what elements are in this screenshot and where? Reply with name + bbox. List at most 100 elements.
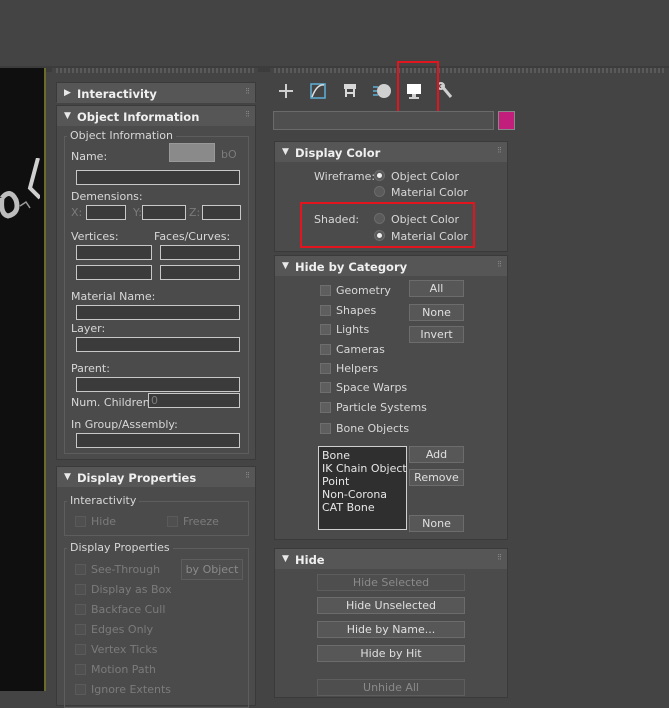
backface-cull-checkbox[interactable] — [75, 604, 86, 615]
num-children-value: 0 — [151, 394, 158, 407]
column-grip[interactable] — [274, 68, 665, 73]
rollout-header[interactable]: ▼ Hide by Category ⁝⁝ — [275, 256, 507, 276]
display-as-box-checkbox[interactable] — [75, 584, 86, 595]
material-name-field[interactable] — [76, 305, 240, 320]
list-item[interactable]: CAT Bone — [322, 501, 375, 514]
freeze-checkbox[interactable] — [167, 516, 178, 527]
viewport[interactable] — [0, 68, 46, 691]
hide-selected-button[interactable]: Hide Selected — [317, 574, 465, 591]
group-assembly-field[interactable] — [76, 433, 240, 448]
num-children-field[interactable]: 0 — [148, 393, 240, 408]
particle-systems-checkbox[interactable] — [320, 402, 331, 413]
remove-button[interactable]: Remove — [409, 469, 464, 486]
rollout-title: Display Properties — [77, 471, 197, 485]
wireframe-object-color-label: Object Color — [391, 170, 460, 183]
cameras-checkbox[interactable] — [320, 344, 331, 355]
hide-by-hit-button[interactable]: Hide by Hit — [317, 645, 465, 662]
group-label: Display Properties — [67, 541, 173, 554]
create-tab[interactable] — [273, 78, 299, 104]
object-color-swatch[interactable] — [169, 143, 215, 162]
bone-objects-checkbox[interactable] — [320, 423, 331, 434]
helpers-checkbox[interactable] — [320, 363, 331, 374]
wireframe-material-color-label: Material Color — [391, 186, 468, 199]
grip-dots-icon: ⁝⁝ — [497, 553, 502, 563]
object-color-swatch[interactable] — [498, 111, 515, 130]
grip-dots-icon: ⁝⁝ — [497, 260, 502, 270]
rollout-hide-by-category: ▼ Hide by Category ⁝⁝ Geometry Shapes Li… — [274, 255, 508, 540]
unhide-all-button[interactable]: Unhide All — [317, 679, 465, 696]
category-label: Helpers — [336, 362, 379, 375]
by-object-button[interactable]: by Object — [181, 559, 243, 580]
num-children-label: Num. Children: — [71, 396, 154, 409]
shapes-checkbox[interactable] — [320, 305, 331, 316]
grip-dots-icon: ⁝⁝ — [245, 87, 250, 97]
shaded-highlight — [300, 202, 475, 248]
rollout-title: Hide by Category — [295, 260, 408, 274]
category-label: Space Warps — [336, 381, 408, 394]
group-label: Interactivity — [67, 494, 140, 507]
dimensions-label: Demensions: — [71, 190, 143, 203]
hide-unselected-button[interactable]: Hide Unselected — [317, 597, 465, 614]
grip-dots-icon: ⁝⁝ — [245, 110, 250, 120]
vertices-field-2[interactable] — [76, 265, 152, 280]
category-listbox[interactable]: Bone IK Chain Object Point Non-Corona CA… — [318, 446, 407, 530]
vertices-field-1[interactable] — [76, 245, 152, 260]
list-item[interactable]: Point — [322, 475, 349, 488]
motion-path-checkbox[interactable] — [75, 664, 86, 675]
wireframe-object-color-radio[interactable] — [374, 170, 385, 181]
motion-tab[interactable] — [369, 78, 395, 104]
none-button[interactable]: None — [409, 304, 464, 321]
group-label: Object Information — [67, 129, 176, 142]
group-assembly-label: In Group/Assembly: — [71, 418, 178, 431]
dimension-z-field[interactable] — [202, 205, 241, 220]
ignore-extents-checkbox[interactable] — [75, 684, 86, 695]
list-item[interactable]: Non-Corona — [322, 488, 387, 501]
dimension-x-field[interactable] — [86, 205, 126, 220]
faces-field-2[interactable] — [160, 265, 240, 280]
parent-field[interactable] — [76, 377, 240, 392]
all-button[interactable]: All — [409, 280, 464, 297]
rollout-object-information: ▼ Object Information ⁝⁝ Object Informati… — [56, 105, 256, 460]
rollout-header[interactable]: ▶ Interactivity ⁝⁝ — [57, 83, 255, 103]
modify-tab[interactable] — [305, 78, 331, 104]
edges-only-checkbox[interactable] — [75, 624, 86, 635]
rollout-interactivity[interactable]: ▶ Interactivity ⁝⁝ — [56, 82, 256, 103]
rollout-title: Display Color — [295, 146, 381, 160]
invert-button[interactable]: Invert — [409, 326, 464, 343]
motion-icon — [373, 84, 391, 98]
category-label: Lights — [336, 323, 370, 336]
rollout-title: Hide — [295, 553, 325, 567]
category-label: Cameras — [336, 343, 385, 356]
object-name-field[interactable] — [273, 111, 494, 130]
left-rollout-column: ▶ Interactivity ⁝⁝ ▼ Object Information … — [52, 68, 258, 708]
vertex-ticks-checkbox[interactable] — [75, 644, 86, 655]
lights-checkbox[interactable] — [320, 324, 331, 335]
layer-field[interactable] — [76, 337, 240, 352]
hierarchy-tab[interactable] — [337, 78, 363, 104]
name-field[interactable] — [76, 170, 240, 185]
dimension-y-field[interactable] — [142, 205, 186, 220]
category-label: Geometry — [336, 284, 391, 297]
list-none-button[interactable]: None — [409, 515, 464, 532]
list-item[interactable]: Bone — [322, 449, 350, 462]
y-label: Y: — [133, 206, 142, 219]
wireframe-material-color-radio[interactable] — [374, 186, 385, 197]
faces-field-1[interactable] — [160, 245, 240, 260]
rollout-header[interactable]: ▼ Hide ⁝⁝ — [275, 549, 507, 569]
space-warps-checkbox[interactable] — [320, 382, 331, 393]
hide-by-name-button[interactable]: Hide by Name... — [317, 621, 465, 638]
rollout-header[interactable]: ▼ Display Color ⁝⁝ — [275, 142, 507, 162]
faces-curves-label: Faces/Curves: — [154, 230, 231, 243]
add-button[interactable]: Add — [409, 446, 464, 463]
rollout-title: Interactivity — [77, 87, 157, 101]
rollout-header[interactable]: ▼ Display Properties ⁝⁝ — [57, 467, 255, 487]
see-through-checkbox[interactable] — [75, 564, 86, 575]
rollout-title: Object Information — [77, 110, 200, 124]
rollout-header[interactable]: ▼ Object Information ⁝⁝ — [57, 106, 255, 126]
geometry-checkbox[interactable] — [320, 285, 331, 296]
column-grip[interactable] — [56, 68, 254, 73]
list-item[interactable]: IK Chain Object — [322, 462, 407, 475]
hide-checkbox[interactable] — [75, 516, 86, 527]
utilities-wrench-icon — [437, 82, 453, 98]
grip-dots-icon: ⁝⁝ — [245, 471, 250, 481]
